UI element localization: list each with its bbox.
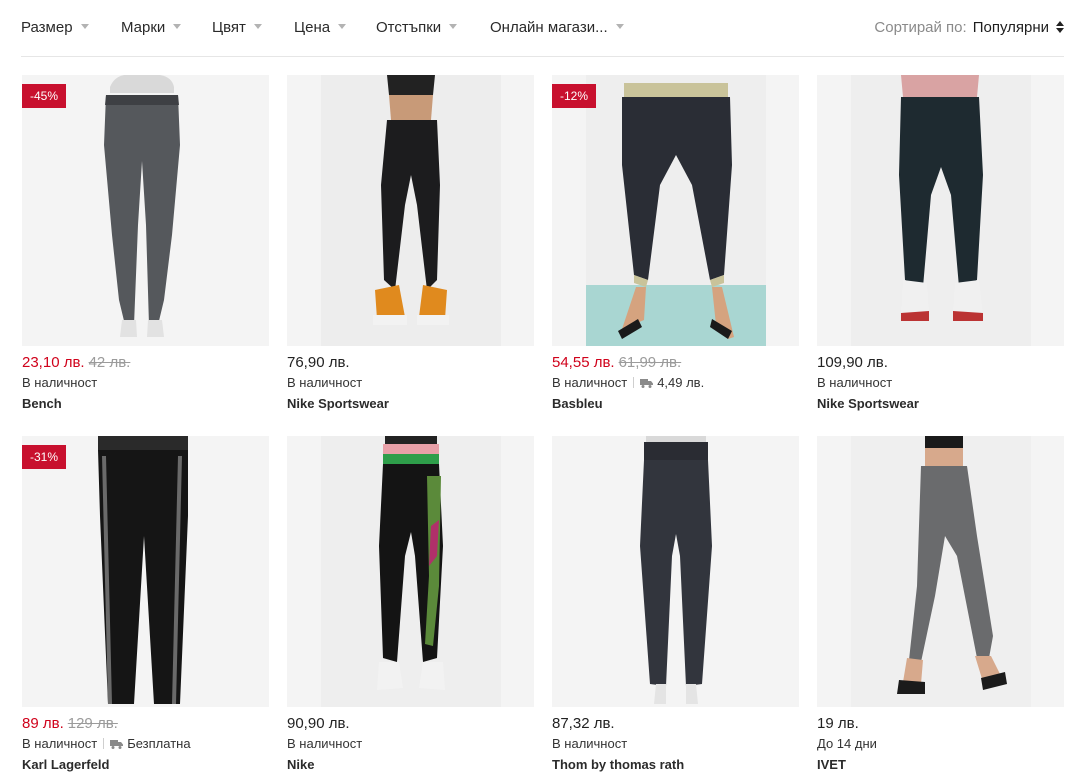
chevron-down-icon <box>80 24 89 29</box>
sort-select[interactable]: Популярни <box>973 19 1049 36</box>
divider <box>633 377 635 388</box>
delivery-truck-icon <box>110 740 124 749</box>
product-price: 109,90 лв. <box>817 354 888 371</box>
sort-arrows-icon[interactable] <box>1056 20 1064 34</box>
sort-label: Сортирай по: <box>874 19 967 36</box>
product-card[interactable]: 87,32 лв. В наличност Thom by thomas rat… <box>552 436 799 773</box>
filter-brands[interactable]: Марки <box>121 19 182 37</box>
filter-online-shops-label: Онлайн магази... <box>490 19 608 36</box>
product-price: 23,10 лв. <box>22 354 85 371</box>
product-card[interactable]: 109,90 лв. В наличност Nike Sportswear <box>817 75 1064 412</box>
availability-status: В наличност <box>552 736 628 751</box>
filter-size-label: Размер <box>21 19 73 36</box>
leggings-photo-icon <box>22 75 269 346</box>
filter-color-label: Цвят <box>212 19 246 36</box>
trousers-photo-icon <box>552 75 799 346</box>
product-old-price: 42 лв. <box>88 354 131 371</box>
chevron-down-icon <box>173 24 182 29</box>
discount-badge: -31% <box>22 445 67 469</box>
chevron-down-icon <box>338 24 347 29</box>
availability-status: В наличност <box>287 736 363 751</box>
shipping-cost: Безплатна <box>127 736 191 751</box>
availability-status: В наличност <box>552 375 628 390</box>
filter-bar: Размер Марки Цвят Цена Отстъпки Онлайн м… <box>21 0 1064 57</box>
sort-control: Сортирай по: Популярни <box>874 19 1064 37</box>
joggers-photo-icon <box>817 75 1064 346</box>
product-image[interactable]: -12% <box>552 75 799 346</box>
discount-badge: -12% <box>552 84 597 108</box>
product-old-price: 129 лв. <box>67 715 118 732</box>
availability-status: В наличност <box>287 375 363 390</box>
product-image[interactable] <box>552 436 799 707</box>
product-card[interactable]: -45% 23,10 лв. 42 лв. В наличност Bench <box>22 75 269 412</box>
product-card[interactable]: 90,90 лв. В наличност Nike <box>287 436 534 773</box>
leggings-photo-icon <box>287 436 534 707</box>
product-price: 87,32 лв. <box>552 715 615 732</box>
availability-status: До 14 дни <box>817 736 877 751</box>
availability-status: В наличност <box>22 736 98 751</box>
product-card[interactable]: 19 лв. До 14 дни IVET <box>817 436 1064 773</box>
discount-badge: -45% <box>22 84 67 108</box>
joggers-photo-icon <box>287 75 534 346</box>
jeggings-photo-icon <box>552 436 799 707</box>
product-brand[interactable]: Bench <box>22 396 269 412</box>
product-brand[interactable]: IVET <box>817 757 1064 773</box>
chevron-down-icon <box>449 24 458 29</box>
product-brand[interactable]: Karl Lagerfeld <box>22 757 269 773</box>
product-price: 19 лв. <box>817 715 859 732</box>
product-brand[interactable]: Nike Sportswear <box>817 396 1064 412</box>
filter-brands-label: Марки <box>121 19 166 36</box>
chevron-down-icon <box>253 24 262 29</box>
product-price: 54,55 лв. <box>552 354 615 371</box>
chevron-down-icon <box>615 24 624 29</box>
product-image[interactable] <box>817 436 1064 707</box>
product-old-price: 61,99 лв. <box>618 354 682 371</box>
product-brand[interactable]: Basbleu <box>552 396 799 412</box>
filter-size[interactable]: Размер <box>21 19 89 37</box>
product-image[interactable]: -31% <box>22 436 269 707</box>
product-card[interactable]: 76,90 лв. В наличност Nike Sportswear <box>287 75 534 412</box>
delivery-truck-icon <box>640 379 654 388</box>
filter-price-label: Цена <box>294 19 331 36</box>
divider <box>103 738 105 749</box>
filter-discounts[interactable]: Отстъпки <box>376 19 458 37</box>
product-brand[interactable]: Thom by thomas rath <box>552 757 799 773</box>
product-brand[interactable]: Nike Sportswear <box>287 396 534 412</box>
product-image[interactable] <box>287 436 534 707</box>
availability-status: В наличност <box>817 375 893 390</box>
product-price: 76,90 лв. <box>287 354 350 371</box>
filter-price[interactable]: Цена <box>294 19 347 37</box>
leggings-photo-icon <box>817 436 1064 707</box>
filter-online-shops[interactable]: Онлайн магази... <box>490 19 624 37</box>
product-price: 90,90 лв. <box>287 715 350 732</box>
product-price: 89 лв. <box>22 715 64 732</box>
shipping-cost: 4,49 лв. <box>657 375 705 390</box>
availability-status: В наличност <box>22 375 98 390</box>
leggings-photo-icon <box>22 436 269 707</box>
product-image[interactable] <box>287 75 534 346</box>
product-image[interactable]: -45% <box>22 75 269 346</box>
product-image[interactable] <box>817 75 1064 346</box>
filter-discounts-label: Отстъпки <box>376 19 442 36</box>
product-card[interactable]: -31% 89 лв. 129 лв. В наличност Безплатна … <box>22 436 269 773</box>
product-card[interactable]: -12% 54,55 лв. 61,99 лв. В наличност 4,49 … <box>552 75 799 412</box>
product-brand[interactable]: Nike <box>287 757 534 773</box>
filter-color[interactable]: Цвят <box>212 19 262 37</box>
